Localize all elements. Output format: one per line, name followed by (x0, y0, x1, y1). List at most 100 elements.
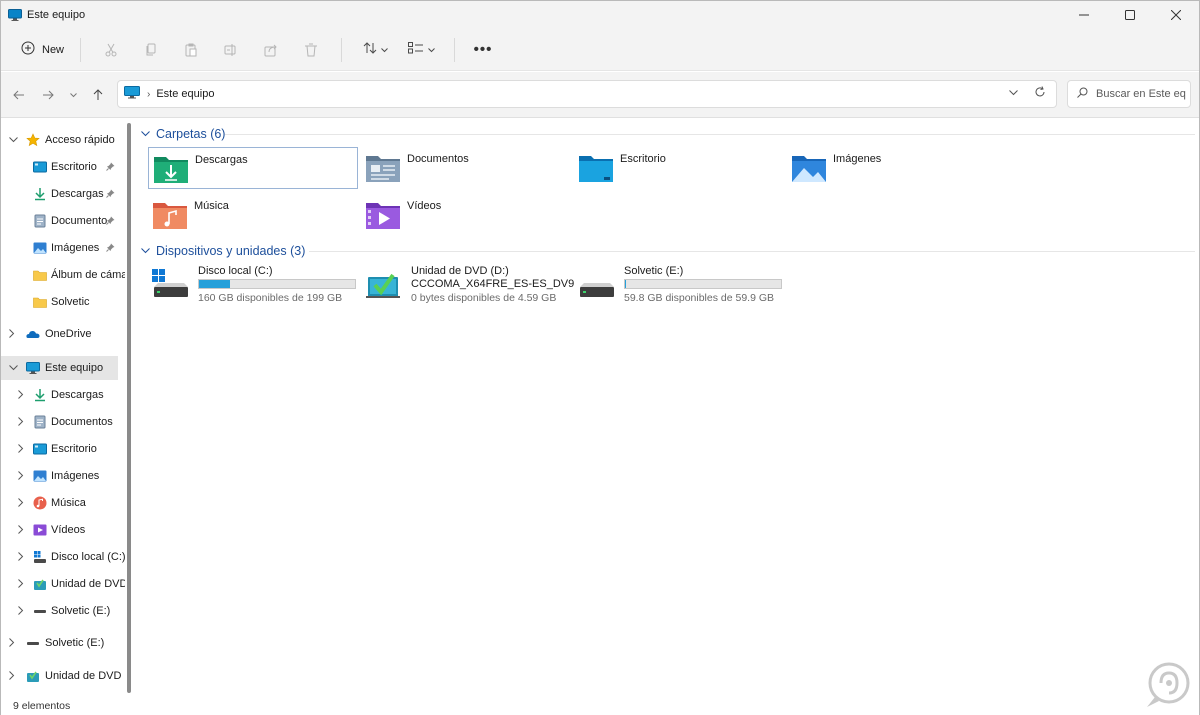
chevron-right-icon[interactable] (18, 416, 24, 428)
status-bar: 9 elementos (1, 697, 1199, 715)
back-button[interactable] (8, 84, 30, 106)
sidebar-item-pc-dvd[interactable]: Unidad de DVD (1, 572, 125, 596)
forward-button[interactable] (37, 84, 59, 106)
drive-tile-e[interactable]: Solvetic (E:) 59.8 GB disponibles de 59.… (578, 265, 788, 311)
search-input[interactable] (1096, 88, 1186, 100)
sort-dropdown[interactable] (352, 36, 398, 64)
sidebar-item-imagenes[interactable]: Imágenes (1, 236, 125, 260)
chevron-down-icon (141, 129, 150, 139)
sidebar-item-solvetic[interactable]: Solvetic (1, 290, 125, 314)
new-button[interactable]: New (15, 36, 70, 64)
folder-tile-descargas[interactable]: Descargas (148, 147, 358, 189)
devices-group-header[interactable]: Dispositivos y unidades (3) (141, 241, 305, 261)
folder-tile-escritorio[interactable]: Escritorio (574, 147, 784, 189)
folder-label: Descargas (195, 154, 248, 166)
sidebar-item-label: OneDrive (45, 328, 92, 340)
sidebar-item-label: Vídeos (51, 524, 86, 536)
pictures-folder-icon (791, 151, 827, 183)
sidebar-item-descargas[interactable]: Descargas (1, 182, 125, 206)
pin-icon (106, 189, 115, 200)
sidebar-item-label: Unidad de DVD (51, 578, 125, 590)
sidebar-item-pc-imagenes[interactable]: Imágenes (1, 464, 125, 488)
group-title: Carpetas (6) (156, 127, 226, 141)
sidebar-item-quick-access[interactable]: Acceso rápido (1, 128, 125, 152)
music-folder-icon (152, 198, 188, 230)
chevron-right-icon[interactable] (9, 670, 15, 682)
chevron-right-icon[interactable] (18, 470, 24, 482)
recent-locations-button[interactable] (62, 84, 84, 106)
videos-folder-icon (365, 198, 401, 230)
dvd-icon (33, 577, 47, 591)
minimize-button[interactable] (1061, 1, 1107, 29)
folder-label: Documentos (407, 153, 469, 165)
sidebar-item-pc-musica[interactable]: Música (1, 491, 125, 515)
chevron-down-icon[interactable] (9, 135, 18, 145)
navigation-pane: Acceso rápido Escritorio Descargas Docum… (1, 119, 125, 697)
chevron-right-icon[interactable] (18, 497, 24, 509)
folders-group-header[interactable]: Carpetas (6) (141, 124, 225, 144)
chevron-down-icon[interactable] (9, 363, 18, 373)
chevron-right-icon[interactable] (18, 443, 24, 455)
share-icon[interactable] (251, 36, 291, 64)
videos-icon (33, 523, 47, 537)
sidebar-item-onedrive[interactable]: OneDrive (1, 322, 125, 346)
sidebar-item-pc-descargas[interactable]: Descargas (1, 383, 125, 407)
chevron-right-icon[interactable] (18, 389, 24, 401)
sidebar-item-pc-documentos[interactable]: Documentos (1, 410, 125, 434)
drive-icon (26, 636, 40, 650)
dvd-icon (26, 669, 40, 683)
sidebar-item-pc-videos[interactable]: Vídeos (1, 518, 125, 542)
refresh-icon[interactable] (1034, 86, 1046, 101)
drive-free-space: 59.8 GB disponibles de 59.9 GB (624, 292, 775, 304)
chevron-right-icon[interactable] (9, 637, 15, 649)
sidebar-item-album[interactable]: Álbum de cáma (1, 263, 125, 287)
scrollbar-thumb[interactable] (127, 123, 131, 693)
rename-icon[interactable] (211, 36, 251, 64)
documents-folder-icon (365, 151, 401, 183)
drive-tile-d[interactable]: Unidad de DVD (D:) CCCOMA_X64FRE_ES-ES_D… (365, 265, 575, 311)
sidebar-item-label: Escritorio (51, 161, 97, 173)
close-button[interactable] (1153, 1, 1199, 29)
address-bar[interactable]: › Este equipo (117, 80, 1057, 108)
sidebar-item-this-pc[interactable]: Este equipo (1, 356, 118, 380)
chevron-right-icon[interactable] (18, 524, 24, 536)
chevron-right-icon[interactable] (18, 605, 24, 617)
sidebar-item-label: Documento (51, 215, 108, 227)
chevron-down-icon (427, 44, 435, 56)
folder-tile-imagenes[interactable]: Imágenes (787, 147, 997, 189)
sidebar-item-pc-disco-local[interactable]: Disco local (C:) (1, 545, 125, 569)
paste-icon[interactable] (171, 36, 211, 64)
drive-tile-c[interactable]: Disco local (C:) 160 GB disponibles de 1… (152, 265, 362, 311)
view-dropdown[interactable] (398, 36, 444, 64)
folder-tile-videos[interactable]: Vídeos (361, 194, 571, 236)
breadcrumb[interactable]: Este equipo (156, 88, 214, 100)
delete-icon[interactable] (291, 36, 331, 64)
drive-free-space: 160 GB disponibles de 199 GB (198, 292, 343, 304)
maximize-button[interactable] (1107, 1, 1153, 29)
drive-usage-bar (198, 279, 356, 289)
group-title: Dispositivos y unidades (3) (156, 244, 306, 258)
sidebar-item-dvd-drive[interactable]: Unidad de DVD ( (1, 664, 125, 688)
desktop-icon (33, 442, 47, 456)
sidebar-item-solvetic-drive[interactable]: Solvetic (E:) (1, 631, 125, 655)
more-options-button[interactable]: ••• (465, 36, 501, 64)
local-disk-icon (33, 550, 47, 564)
chevron-right-icon[interactable] (18, 551, 24, 563)
command-bar: New ••• (1, 29, 1199, 71)
up-button[interactable] (87, 84, 109, 106)
sidebar-item-pc-escritorio[interactable]: Escritorio (1, 437, 125, 461)
this-pc-icon (26, 361, 40, 375)
sidebar-scrollbar[interactable] (125, 119, 133, 697)
sidebar-item-escritorio[interactable]: Escritorio (1, 155, 125, 179)
chevron-right-icon[interactable] (9, 328, 15, 340)
folder-tile-documentos[interactable]: Documentos (361, 147, 571, 189)
cut-icon[interactable] (91, 36, 131, 64)
chevron-down-icon[interactable] (1009, 88, 1018, 99)
sidebar-item-label: Solvetic (51, 296, 90, 308)
folder-tile-musica[interactable]: Música (148, 194, 358, 236)
copy-icon[interactable] (131, 36, 171, 64)
sidebar-item-pc-solvetic[interactable]: Solvetic (E:) (1, 599, 125, 623)
chevron-right-icon[interactable] (18, 578, 24, 590)
sort-icon (363, 41, 377, 58)
sidebar-item-documento[interactable]: Documento (1, 209, 125, 233)
